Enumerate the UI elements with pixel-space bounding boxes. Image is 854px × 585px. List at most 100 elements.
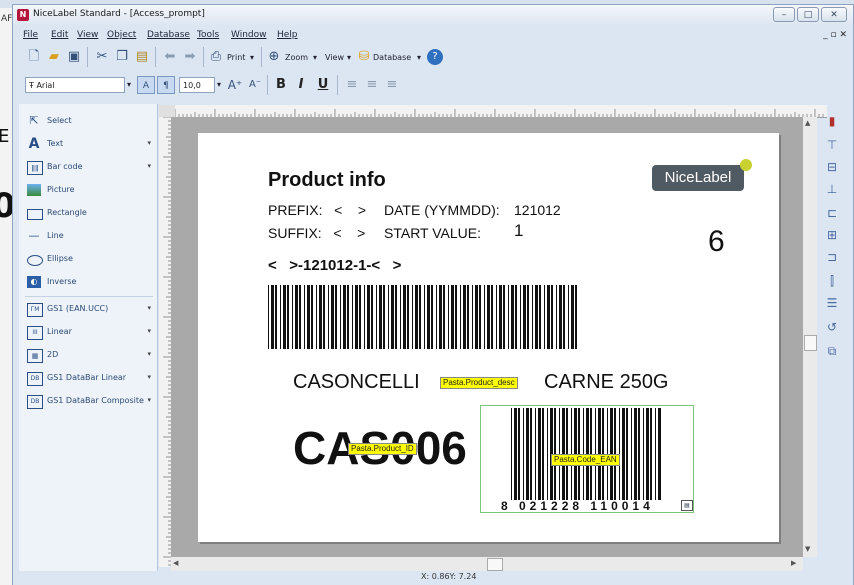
print-button[interactable]: Print [227, 53, 245, 62]
database-dropdown-icon[interactable]: ▾ [417, 53, 421, 62]
tool-ellipse[interactable]: Ellipse [25, 250, 153, 270]
minimize-button[interactable]: – [773, 7, 795, 22]
dropdown-arrow-icon[interactable]: ▾ [147, 396, 151, 404]
label-product-desc[interactable]: CASONCELLI [293, 371, 420, 394]
horizontal-scrollbar[interactable]: ◀ ▶ [171, 557, 803, 571]
scroll-up-icon[interactable]: ▲ [805, 119, 810, 127]
field-tag-code-ean[interactable]: Pasta.Code_EAN [551, 454, 620, 466]
menu-help[interactable]: Help [277, 30, 298, 40]
menu-edit[interactable]: Edit [51, 30, 68, 40]
dropdown-arrow-icon[interactable]: ▾ [147, 304, 151, 312]
dropdown-arrow-icon[interactable]: ▾ [147, 350, 151, 358]
tool-line[interactable]: — Line [25, 227, 153, 247]
word-wrap-icon[interactable]: ¶ [157, 76, 175, 94]
ean-digits[interactable]: 8 021228 110014 [501, 499, 654, 513]
view-dropdown-icon[interactable]: ▾ [347, 53, 351, 62]
menu-tools[interactable]: Tools [197, 30, 219, 40]
italic-button[interactable]: I [293, 75, 309, 95]
open-folder-icon[interactable]: ▰ [45, 47, 63, 67]
dropdown-arrow-icon[interactable]: ▾ [147, 327, 151, 335]
barcode-settings-icon[interactable]: ▤ [681, 500, 693, 511]
field-tag-product-id[interactable]: Pasta.Product_ID [348, 443, 417, 455]
print-icon[interactable]: ⎙ [207, 47, 225, 67]
tool-select[interactable]: ⇱ Select [25, 112, 153, 132]
redo-icon[interactable]: ➡ [181, 47, 199, 67]
tool-linear-barcode[interactable]: ІІІ Linear ▾ [25, 323, 153, 343]
label-suffix[interactable]: SUFFIX: < > [268, 225, 365, 241]
label-date-caption[interactable]: DATE (YYMMDD): [384, 202, 500, 218]
print-dropdown-icon[interactable]: ▾ [250, 53, 254, 62]
tool-text[interactable]: A Text ▾ [25, 135, 153, 155]
align-top-icon[interactable]: ⊤ [823, 136, 841, 154]
dropdown-arrow-icon[interactable]: ▾ [147, 139, 151, 147]
menu-window[interactable]: Window [231, 30, 267, 40]
rotate-icon[interactable]: ↺ [823, 318, 841, 336]
cut-icon[interactable]: ✂ [93, 47, 111, 67]
save-icon[interactable]: ▣ [65, 47, 83, 67]
vertical-scrollbar[interactable]: ▲ ▼ [803, 117, 817, 557]
field-tag-product-desc[interactable]: Pasta.Product_desc [440, 377, 518, 389]
scroll-right-icon[interactable]: ▶ [791, 559, 796, 567]
decrease-font-icon[interactable]: A⁻ [247, 75, 263, 95]
maximize-button[interactable]: □ [797, 7, 819, 22]
scroll-left-icon[interactable]: ◀ [173, 559, 178, 567]
autosize-icon[interactable]: A [137, 76, 155, 94]
label-page[interactable]: Product info PREFIX: < > DATE (YYMMDD): … [198, 133, 779, 542]
align-left-edge-icon[interactable]: ⊏ [823, 204, 841, 222]
bring-to-front-icon[interactable]: ⧉ [823, 342, 841, 360]
close-button[interactable]: ✕ [821, 7, 847, 22]
copy-icon[interactable]: ❐ [113, 47, 131, 67]
color-bars-icon[interactable]: ▮ [823, 112, 841, 130]
align-middle-icon[interactable]: ⊟ [823, 158, 841, 176]
zoom-icon[interactable]: ⊕ [265, 47, 283, 67]
top-barcode[interactable] [268, 285, 579, 349]
increase-font-icon[interactable]: A⁺ [227, 75, 243, 95]
menu-object[interactable]: Object [107, 30, 136, 40]
tool-rectangle[interactable]: Rectangle [25, 204, 153, 224]
database-icon[interactable]: ⛁ [357, 47, 371, 67]
tool-gs1-databar-linear[interactable]: DB GS1 DataBar Linear ▾ [25, 369, 153, 389]
ean-barcode-selection[interactable]: 8 021228 110014 ▤ Pasta.Code_EAN [480, 405, 694, 513]
scroll-down-icon[interactable]: ▼ [805, 545, 810, 553]
nicelabel-logo[interactable]: NiceLabel [652, 165, 744, 191]
view-button[interactable]: View [325, 53, 344, 62]
paste-icon[interactable]: ▤ [133, 47, 151, 67]
app-icon[interactable]: N [17, 9, 29, 21]
horizontal-scroll-thumb[interactable] [487, 558, 503, 571]
tool-barcode[interactable]: ǁǁ Bar code ▾ [25, 158, 153, 178]
tool-gs1-ean[interactable]: ГМ GS1 (EAN.UCC) ▾ [25, 300, 153, 320]
distribute-vertical-icon[interactable]: ☰ [823, 294, 841, 312]
font-size-dropdown-icon[interactable]: ▾ [217, 80, 221, 89]
font-name-dropdown-icon[interactable]: ▾ [127, 80, 131, 89]
align-bottom-icon[interactable]: ⊥ [823, 180, 841, 198]
help-icon[interactable]: ? [427, 49, 443, 65]
font-name-combo[interactable]: Ŧ Arial [25, 77, 125, 93]
dropdown-arrow-icon[interactable]: ▾ [147, 373, 151, 381]
menu-database[interactable]: Database [147, 30, 190, 40]
tool-2d-barcode[interactable]: ▦ 2D ▾ [25, 346, 153, 366]
distribute-horizontal-icon[interactable]: ⫿ [823, 272, 841, 290]
vertical-scroll-thumb[interactable] [804, 335, 817, 351]
underline-button[interactable]: U [315, 75, 331, 95]
ruler-corner[interactable] [159, 105, 175, 117]
label-code-line[interactable]: < >-121012-1-< > [268, 257, 401, 274]
tool-picture[interactable]: Picture [25, 181, 153, 201]
undo-icon[interactable]: ⬅ [161, 47, 179, 67]
bold-button[interactable]: B [273, 75, 289, 95]
menu-view[interactable]: View [77, 30, 98, 40]
label-prefix[interactable]: PREFIX: < > [268, 202, 366, 218]
font-size-combo[interactable]: 10,0 [179, 77, 215, 93]
mdi-window-controls[interactable]: _ ▫ ✕ [823, 30, 847, 40]
label-start-caption[interactable]: START VALUE: [384, 225, 481, 241]
label-counter[interactable]: 6 [708, 225, 725, 259]
zoom-dropdown-icon[interactable]: ▾ [313, 53, 317, 62]
tool-gs1-databar-composite[interactable]: DB GS1 DataBar Composite ▾ [25, 392, 153, 412]
align-left-icon[interactable]: ≡ [343, 75, 361, 95]
title-bar[interactable]: N NiceLabel Standard - [Access_prompt] –… [13, 5, 853, 25]
label-heading[interactable]: Product info [268, 169, 386, 192]
align-right-edge-icon[interactable]: ⊐ [823, 248, 841, 266]
new-file-icon[interactable]: 🗋 [25, 47, 43, 67]
label-start-value[interactable]: 1 [514, 221, 523, 241]
label-product-desc-suffix[interactable]: CARNE 250G [544, 371, 669, 394]
database-button[interactable]: Database [373, 53, 411, 62]
